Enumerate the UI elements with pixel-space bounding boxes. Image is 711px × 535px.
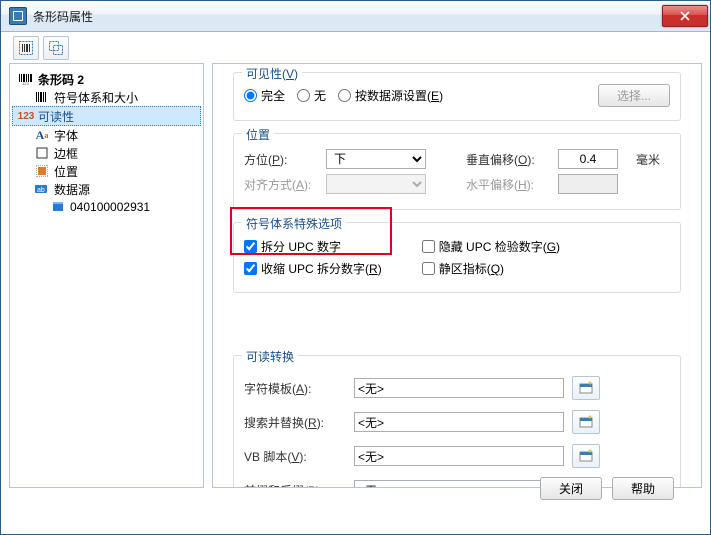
wizard-icon (579, 449, 593, 463)
orientation-label: 方位(P): (244, 151, 314, 168)
tree-item-datasource-value[interactable]: 040100002931 (12, 198, 201, 216)
radio-by-source-label: 按数据源设置(E) (355, 87, 443, 104)
position-icon (34, 164, 50, 178)
radio-none-label: 无 (314, 87, 326, 104)
number-icon: 123 (18, 109, 34, 123)
close-dialog-button[interactable]: 关闭 (540, 477, 602, 500)
settings-panel: 可见性(V) 完全 无 按数据源设置(E) 选择... 位置 方位(P): 下 (212, 63, 702, 488)
h-offset-label: 水平偏移(H): (466, 176, 546, 193)
barcode-icon: 123 (18, 72, 34, 86)
special-split-label: 拆分 UPC 数字 (261, 238, 341, 255)
special-shrink-checkbox[interactable]: 收缩 UPC 拆分数字(R) (244, 260, 382, 277)
tree-item-label: 符号体系和大小 (54, 89, 138, 106)
font-icon: Aa (34, 128, 50, 142)
tree-item-symbology[interactable]: 符号体系和大小 (12, 88, 201, 106)
position-group: 位置 方位(P): 下 对齐方式(A): 垂 (233, 133, 681, 210)
tree-root[interactable]: 123 条形码 2 (12, 70, 201, 88)
special-hidecheck-label: 隐藏 UPC 检验数字(G) (439, 238, 560, 255)
v-offset-input[interactable] (558, 149, 618, 169)
special-quiet-label: 静区指标(Q) (439, 260, 504, 277)
svg-text:123: 123 (22, 81, 29, 85)
special-quiet-checkbox[interactable]: 静区指标(Q) (422, 260, 504, 277)
barcode-select-icon (19, 41, 33, 55)
tree-item-font[interactable]: Aa 字体 (12, 126, 201, 144)
tree-item-label: 位置 (54, 163, 78, 180)
app-icon (9, 7, 27, 25)
tree-item-label: 字体 (54, 127, 78, 144)
convert-group: 可读转换 字符模板(A): 搜索并替换(R): VB 脚本(V): (233, 355, 681, 488)
convert-vb-input[interactable] (354, 446, 564, 466)
tree-root-label: 条形码 2 (38, 71, 84, 88)
tree-item-label: 数据源 (54, 181, 90, 198)
v-offset-label: 垂直偏移(O): (466, 151, 546, 168)
convert-replace-label: 搜索并替换(R): (244, 414, 354, 431)
tree-item-position[interactable]: 位置 (12, 162, 201, 180)
tree-item-datasource[interactable]: ab 数据源 (12, 180, 201, 198)
select-source-button[interactable]: 选择... (598, 84, 670, 107)
special-legend: 符号体系特殊选项 (242, 215, 346, 232)
title-bar: 条形码属性 (1, 1, 710, 32)
tree-item-border[interactable]: 边框 (12, 144, 201, 162)
convert-row-vb: VB 脚本(V): (244, 444, 670, 468)
convert-row-replace: 搜索并替换(R): (244, 410, 670, 434)
radio-none[interactable]: 无 (297, 87, 326, 104)
tree-item-label: 边框 (54, 145, 78, 162)
tree-item-label: 040100002931 (70, 200, 150, 214)
tree-item-label: 可读性 (38, 108, 74, 125)
tree-item-readability[interactable]: 123 可读性 (12, 106, 201, 126)
align-label: 对齐方式(A): (244, 176, 314, 193)
toolbar-btn-2[interactable] (43, 36, 69, 60)
convert-replace-button[interactable] (572, 410, 600, 434)
convert-legend: 可读转换 (242, 348, 298, 365)
wizard-icon (579, 381, 593, 395)
data-icon (50, 200, 66, 214)
special-hidecheck-checkbox[interactable]: 隐藏 UPC 检验数字(G) (422, 238, 560, 255)
position-legend: 位置 (242, 126, 274, 143)
nav-tree: 123 条形码 2 符号体系和大小 123 可读性 Aa 字体 (9, 63, 204, 488)
toolbar-btn-1[interactable] (13, 36, 39, 60)
window-title: 条形码属性 (33, 8, 93, 25)
radio-by-source[interactable]: 按数据源设置(E) (338, 87, 443, 104)
convert-affix-label: 前缀和后缀(P): (244, 482, 354, 489)
v-offset-unit: 毫米 (636, 151, 660, 168)
wizard-icon (579, 415, 593, 429)
convert-vb-button[interactable] (572, 444, 600, 468)
convert-vb-label: VB 脚本(V): (244, 448, 354, 465)
radio-full[interactable]: 完全 (244, 87, 285, 104)
special-split-checkbox[interactable]: 拆分 UPC 数字 (244, 238, 341, 255)
help-button[interactable]: 帮助 (612, 477, 674, 500)
dialog-footer: 关闭 帮助 (540, 477, 674, 500)
close-button[interactable] (662, 5, 708, 27)
convert-replace-input[interactable] (354, 412, 564, 432)
visibility-legend: 可见性(V) (242, 65, 302, 82)
border-icon (34, 146, 50, 160)
special-shrink-label: 收缩 UPC 拆分数字(R) (261, 260, 382, 277)
h-offset-input (558, 174, 618, 194)
toolbar (9, 37, 702, 59)
visibility-group: 可见性(V) 完全 无 按数据源设置(E) 选择... (233, 72, 681, 121)
barcode-small-icon (34, 90, 50, 104)
content-area: 123 条形码 2 符号体系和大小 123 可读性 Aa 字体 (9, 37, 702, 526)
svg-text:ab: ab (37, 187, 45, 194)
datasource-icon: ab (34, 182, 50, 196)
convert-template-button[interactable] (572, 376, 600, 400)
convert-row-template: 字符模板(A): (244, 376, 670, 400)
align-select (326, 174, 426, 194)
barcode-multi-icon (49, 41, 63, 55)
convert-affix-input[interactable] (354, 480, 564, 488)
special-options-group: 符号体系特殊选项 拆分 UPC 数字 收缩 UPC 拆分数字(R) 隐藏 UPC… (233, 222, 681, 293)
close-icon (680, 11, 690, 21)
radio-full-label: 完全 (261, 87, 285, 104)
orientation-select[interactable]: 下 (326, 149, 426, 169)
convert-template-label: 字符模板(A): (244, 380, 354, 397)
convert-template-input[interactable] (354, 378, 564, 398)
dialog-window: 条形码属性 (0, 0, 711, 535)
